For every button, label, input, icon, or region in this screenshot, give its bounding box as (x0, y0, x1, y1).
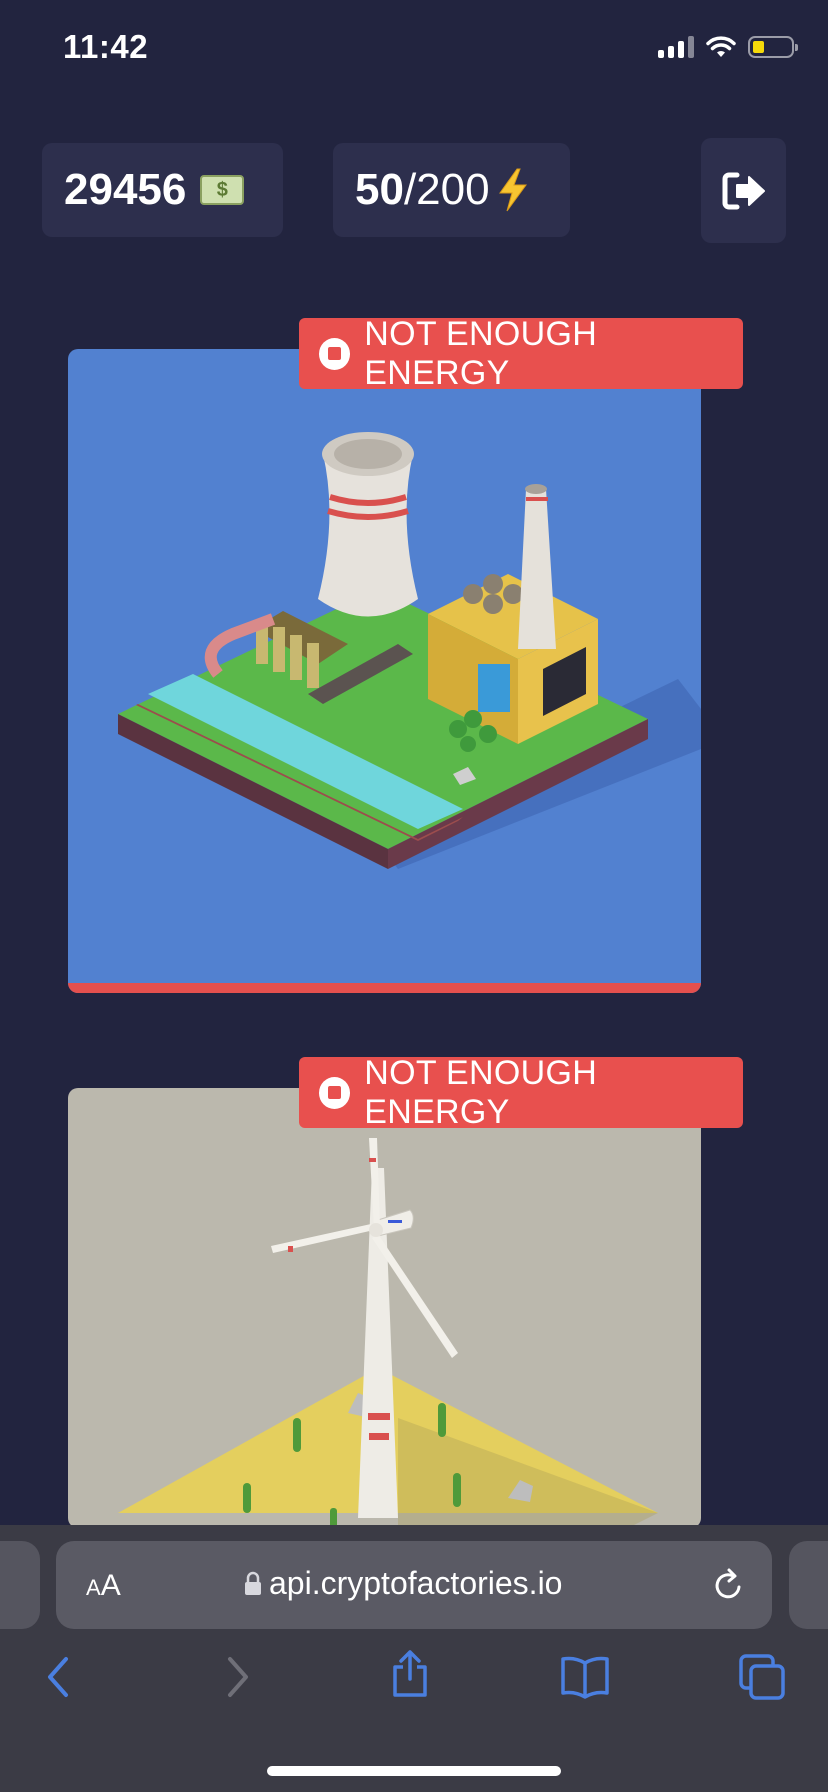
stop-icon (319, 337, 351, 370)
factory-card-wind-turbine[interactable] (68, 1088, 701, 1528)
logout-button[interactable] (701, 138, 786, 243)
energy-max: /200 (403, 165, 490, 214)
previous-tab-preview[interactable] (0, 1541, 40, 1629)
text-size-button[interactable]: AA (86, 1569, 121, 1603)
home-indicator[interactable] (267, 1766, 561, 1776)
browser-nav-bar (0, 1650, 828, 1705)
energy-meter: 50 /200 (333, 143, 570, 237)
tabs-icon[interactable] (738, 1653, 786, 1701)
status-time: 11:42 (63, 28, 149, 65)
lock-icon (245, 1571, 261, 1595)
next-tab-preview[interactable] (789, 1541, 828, 1629)
bookmarks-icon[interactable] (560, 1655, 610, 1699)
wifi-icon (706, 36, 736, 57)
badge-text: NOT ENOUGH ENERGY (364, 1053, 598, 1131)
money-balance: 29456 $ (42, 143, 283, 237)
money-value: 29456 (64, 165, 187, 214)
card-progress-bar (68, 983, 701, 993)
badge-text: NOT ENOUGH ENERGY (364, 314, 598, 392)
status-icons (658, 36, 798, 58)
share-icon[interactable] (389, 1649, 431, 1699)
money-bill-icon: $ (200, 175, 245, 205)
not-enough-energy-badge: NOT ENOUGH ENERGY (299, 315, 743, 392)
battery-icon (748, 36, 798, 58)
address-bar[interactable]: AA api.cryptofactories.io (56, 1541, 772, 1629)
lightning-icon (498, 168, 527, 212)
energy-current: 50 (355, 165, 404, 214)
forward-icon[interactable] (222, 1655, 252, 1699)
power-plant-illustration (118, 432, 701, 869)
reload-icon[interactable] (712, 1567, 746, 1603)
logout-icon (722, 172, 765, 209)
factory-card-power-plant[interactable] (68, 349, 701, 993)
url-text[interactable]: api.cryptofactories.io (269, 1565, 562, 1602)
stop-icon (319, 1076, 351, 1109)
not-enough-energy-badge: NOT ENOUGH ENERGY (299, 1054, 743, 1131)
wind-turbine-illustration (118, 1138, 658, 1528)
cellular-signal-icon (658, 36, 694, 58)
back-icon[interactable] (44, 1655, 74, 1699)
